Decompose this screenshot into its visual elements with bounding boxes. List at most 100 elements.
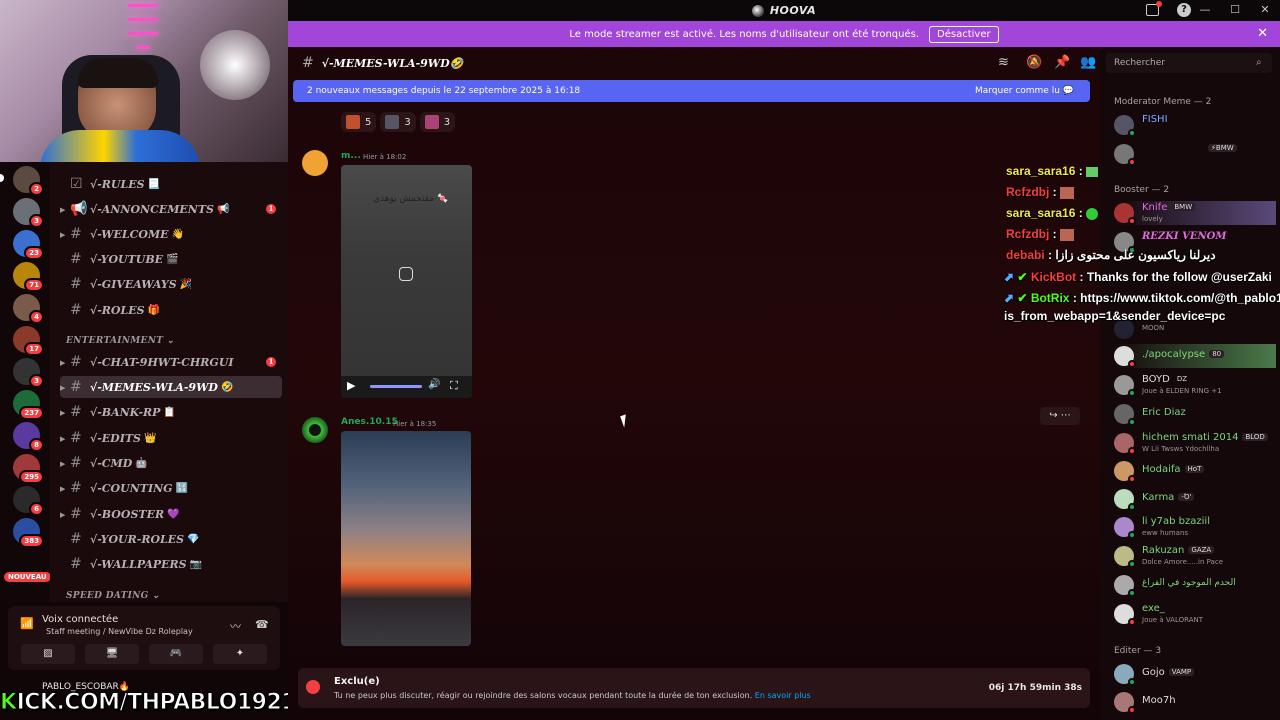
exclusion-notice: Exclu(e) Tu ne peux plus discuter, réagi… xyxy=(298,668,1090,708)
server-icon[interactable]: 237 xyxy=(13,390,44,420)
hash-icon: # xyxy=(70,302,82,318)
server-icon[interactable]: 71 xyxy=(13,262,44,292)
member[interactable]: Rakuzan GAZA Dolce Amore.....in Pace xyxy=(1114,544,1276,568)
server-icon[interactable]: 17 xyxy=(13,326,44,356)
video-attachment[interactable]: مقتحمش بوهدي 🍬 ▶ 🔊 ⛶ xyxy=(341,165,472,398)
noise-suppression-icon[interactable]: 〰 xyxy=(230,618,241,634)
member[interactable]: hichem smati 2014 BLOD W Lii Twsws Ydochll… xyxy=(1114,431,1276,455)
status-dot xyxy=(1128,389,1136,397)
avatar[interactable] xyxy=(302,417,328,443)
new-messages-bar[interactable]: 2 nouveaux messages depuis le 22 septemb… xyxy=(293,80,1090,102)
close-window-button[interactable]: ✕ xyxy=(1258,3,1272,16)
member[interactable]: Gojo VAMP xyxy=(1114,662,1276,686)
server-icon[interactable]: 3 xyxy=(13,198,44,228)
member-category: Editer — 3 xyxy=(1114,646,1162,656)
message-author[interactable]: m... xyxy=(341,151,361,161)
mute-bell-icon[interactable]: 🔕 xyxy=(1026,55,1042,70)
volume-icon[interactable]: 🔊 xyxy=(428,379,440,390)
pin-icon[interactable]: 📌 xyxy=(1054,55,1070,70)
reaction[interactable]: 3 xyxy=(419,112,456,132)
channel-wallpapers[interactable]: # √-WALLPAPERS 📷 xyxy=(60,553,282,575)
members-icon[interactable]: 👥 xyxy=(1080,55,1096,70)
member[interactable]: Knife BMW lovely xyxy=(1114,201,1276,225)
channel-cmd[interactable]: ▶ # √-CMD 🤖 xyxy=(60,452,282,474)
channel-roles[interactable]: # √-ROLES 🎁 xyxy=(60,299,282,321)
fullscreen-icon[interactable]: ⛶ xyxy=(450,379,458,393)
channel-rules[interactable]: ☑ √-RULES 📃 xyxy=(60,173,282,195)
disconnect-icon[interactable]: ☎ xyxy=(255,618,269,631)
member[interactable]: Karma -Ό' xyxy=(1114,487,1276,511)
server-icon[interactable]: 8 xyxy=(13,422,44,452)
minimize-button[interactable]: — xyxy=(1198,3,1212,16)
hash-icon: # xyxy=(70,354,82,370)
member[interactable]: exe_ Joue à VALORANT xyxy=(1114,602,1276,626)
disable-streamer-button[interactable]: Désactiver xyxy=(929,25,999,43)
member[interactable]: Moo7h xyxy=(1114,690,1276,714)
rules-icon: ☑ xyxy=(70,176,83,192)
channel-counting[interactable]: ▶ # √-COUNTING 🔢 xyxy=(60,477,282,499)
channel-your-roles[interactable]: # √-YOUR-ROLES 💎 xyxy=(60,528,282,550)
server-icon[interactable]: 383 xyxy=(13,518,44,548)
play-icon[interactable]: ▶ xyxy=(347,379,355,392)
server-list: 2 3 23 71 4 17 3 237 8 295 6 383 NOUVEAU xyxy=(0,162,51,602)
hash-icon: # xyxy=(70,455,82,471)
activity-button[interactable]: 🎮 xyxy=(149,644,203,664)
member[interactable]: li y7ab bzaziil eww humans xyxy=(1114,515,1276,539)
threads-icon[interactable]: ≋ xyxy=(998,55,1009,70)
channel-welcome[interactable]: ▶ # √-WELCOME 👋 xyxy=(60,223,282,245)
member[interactable]: Hodaifa HoT xyxy=(1114,459,1276,483)
help-icon[interactable]: ? xyxy=(1177,3,1191,17)
reaction[interactable]: 5 xyxy=(341,112,377,132)
signal-icon[interactable]: 📶 xyxy=(20,617,34,630)
search-input[interactable]: Rechercher xyxy=(1106,53,1272,73)
learn-more-link[interactable]: En savoir plus xyxy=(755,691,811,700)
server-icon[interactable]: 6 xyxy=(13,486,44,516)
exclusion-title: Exclu(e) xyxy=(334,676,380,687)
server-icon[interactable]: 295 xyxy=(13,454,44,484)
voice-channel[interactable]: Staff meeting / NewVibe Dz Roleplay xyxy=(46,627,193,636)
maximize-button[interactable]: ☐ xyxy=(1228,3,1242,16)
mark-read-button[interactable]: Marquer comme lu 💬 xyxy=(975,86,1074,96)
reaction[interactable]: 3 xyxy=(380,112,416,132)
member[interactable]: ⚡BMW xyxy=(1114,142,1276,166)
megaphone-icon: 📢 xyxy=(70,201,88,217)
volume-slider[interactable] xyxy=(370,385,422,388)
video-controls: ▶ 🔊 ⛶ xyxy=(341,376,472,398)
server-icon[interactable]: 23 xyxy=(13,230,44,260)
member[interactable]: BOYD DZ Joue à ELDEN RING +1 xyxy=(1114,373,1276,397)
member[interactable]: Eric Diaz xyxy=(1114,402,1276,426)
member[interactable]: الحدم الموجود في الفراغ xyxy=(1114,573,1276,597)
channel-youtube[interactable]: # √-YOUTUBE 🎬 xyxy=(60,248,282,270)
channel-memes[interactable]: ▶ # √-MEMES-WLA-9WD 🤣 xyxy=(60,376,282,398)
camera-off-button[interactable]: ▨ xyxy=(21,644,75,664)
server-icon[interactable]: 2 xyxy=(13,166,44,196)
new-badge: NOUVEAU xyxy=(4,572,51,582)
screen-share-button[interactable]: 🖥 xyxy=(85,644,139,664)
channel-announcements[interactable]: ▶ 📢 √-ANNONCEMENTS 📢 1 xyxy=(60,198,282,220)
server-icon[interactable]: 4 xyxy=(13,294,44,324)
member[interactable]: FISHI xyxy=(1114,113,1276,137)
server-icon[interactable]: 3 xyxy=(13,358,44,388)
message-author[interactable]: Anes.10.15 xyxy=(341,417,398,427)
status-dot xyxy=(1128,418,1136,426)
banner-close-icon[interactable]: ✕ xyxy=(1257,26,1268,41)
soundboard-button[interactable]: ✦ xyxy=(213,644,267,664)
channel-bank-rp[interactable]: ▶ # √-BANK-RP 📋 xyxy=(60,401,282,423)
channel-chat[interactable]: ▶ # √-CHAT-9HWT-CHRGUI 1 xyxy=(60,351,282,373)
member[interactable]: ./apocalypse 80 xyxy=(1114,344,1276,368)
unread-badge: 1 xyxy=(266,357,276,367)
image-attachment[interactable] xyxy=(341,431,471,646)
avatar[interactable] xyxy=(302,150,328,176)
emote xyxy=(1060,186,1075,199)
chat-line: debabi : ديرلنا رياكسيون على محتوى زازا xyxy=(1006,248,1216,262)
category-entertainment[interactable]: ENTERTAINMENT ⌄ xyxy=(66,336,175,346)
channel-booster[interactable]: ▶ # √-BOOSTER 💜 xyxy=(60,503,282,525)
chat-line: sara_sara16 : xyxy=(1006,164,1099,178)
category-speed-dating[interactable]: SPEED DATING ⌄ xyxy=(66,591,160,601)
message-timestamp: Hier à 18:02 xyxy=(363,153,407,161)
inbox-icon[interactable] xyxy=(1146,1,1162,16)
message-actions[interactable]: ↪ ⋯ xyxy=(1040,407,1080,425)
unread-badge: 1 xyxy=(266,204,276,214)
channel-edits[interactable]: ▶ # √-EDITS 👑 xyxy=(60,427,282,449)
channel-giveaways[interactable]: # √-GIVEAWAYS 🎉 xyxy=(60,273,282,295)
